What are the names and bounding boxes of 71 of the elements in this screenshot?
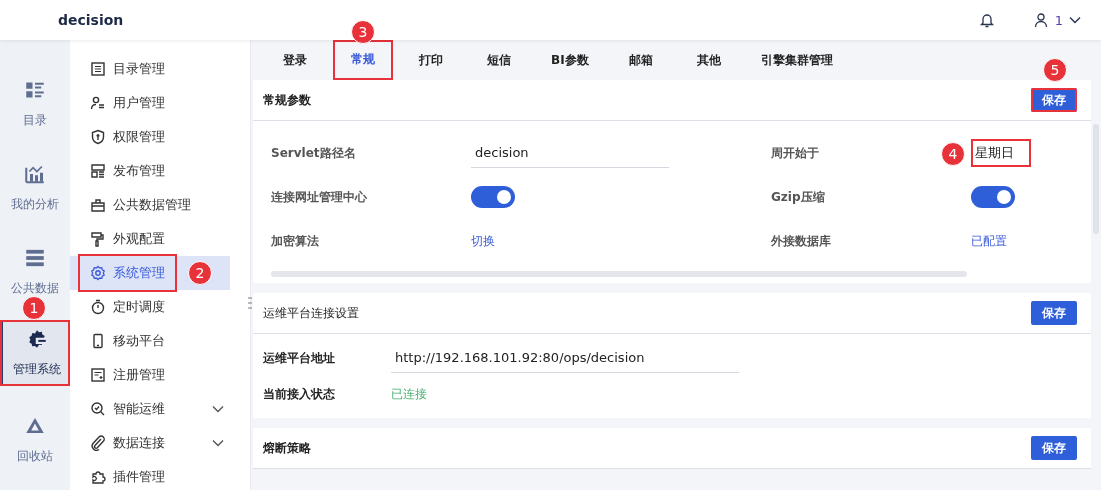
text-field[interactable]: decision [471,138,669,168]
user-name[interactable]: 1 [1054,12,1063,28]
save-button[interactable]: 保存 [1031,436,1077,460]
save-button[interactable]: 保存 [1031,88,1077,112]
person-icon [90,95,106,111]
step-number-badge: 4 [941,142,965,166]
menu-item[interactable]: 外观配置 [70,222,230,256]
chevron-down-icon[interactable] [1069,16,1081,24]
field-label: Servlet路径名 [271,144,356,162]
menu-item[interactable]: 注册管理 [70,358,230,392]
menu-item[interactable]: 公共数据管理 [70,188,230,222]
section-title: 熔断策略 [263,439,311,457]
menu-item[interactable]: 权限管理 [70,120,230,154]
form-icon [90,367,106,383]
tab[interactable]: 短信 [469,40,529,80]
puzzle-icon [90,469,106,485]
tab[interactable]: 打印 [401,40,461,80]
field-label: 外接数据库 [771,232,831,250]
tab[interactable]: BI参数 [537,40,603,80]
tab[interactable]: 邮箱 [610,40,671,80]
status-text: 已连接 [391,385,427,403]
drag-handle-icon[interactable] [248,296,252,310]
field-label: 运维平台地址 [263,349,335,367]
phone-icon [90,333,106,349]
gear-icon [26,328,47,349]
magnifier-icon [90,401,106,417]
stopwatch-icon [90,299,106,315]
menu-item[interactable]: 移动平台 [70,324,230,358]
paint-roller-icon [90,231,106,247]
paperclip-icon [90,435,106,451]
layout-icon [90,163,106,179]
text-field[interactable]: http://192.168.101.92:80/ops/decision [391,343,739,373]
tab[interactable]: 登录 [265,40,325,80]
menu-item[interactable]: 用户管理 [70,86,230,120]
bell-icon[interactable] [978,12,995,28]
save-button[interactable]: 保存 [1031,301,1077,325]
nav-rail-item[interactable]: 管理系统 [0,320,70,386]
field-label: 周开始于 [771,144,819,162]
nav-rail-item[interactable]: 目录 [0,62,70,146]
link[interactable]: 切换 [471,232,495,250]
toggle-switch[interactable] [471,186,515,208]
menu-item[interactable]: 定时调度 [70,290,230,324]
horizontal-scrollbar[interactable] [271,271,967,277]
nav-rail-item[interactable]: 回收站 [0,398,70,482]
toggle-switch[interactable] [971,186,1015,208]
nav-rail-item[interactable]: 我的分析 [0,146,70,230]
step-number-badge: 5 [1043,58,1067,82]
shield-icon [90,129,106,145]
field-label: Gzip压缩 [771,188,825,206]
section-title: 常规参数 [263,91,311,109]
database-icon [25,247,45,268]
bar-chart-icon [25,163,45,184]
tab[interactable]: 其他 [678,40,739,80]
menu-item[interactable]: 目录管理 [70,52,230,86]
tab[interactable]: 引擎集群管理 [746,40,847,80]
list-icon [90,61,106,77]
section-title: 运维平台连接设置 [263,304,359,322]
field-label: 当前接入状态 [263,385,335,403]
menu-item[interactable]: 发布管理 [70,154,230,188]
field-label: 连接网址管理中心 [271,188,367,206]
text-field[interactable]: 星期日 [971,139,1031,167]
field-label: 加密算法 [271,232,319,250]
user-icon[interactable] [1032,12,1049,28]
gear-icon [90,265,106,281]
app-title: decision [58,12,125,28]
menu-item[interactable]: 数据连接 [70,426,230,460]
menu-item[interactable]: 智能运维 [70,392,230,426]
briefcase-icon [90,197,106,213]
step-number-badge: 1 [22,296,46,320]
link[interactable]: 已配置 [971,232,1007,250]
menu-item[interactable]: 插件管理 [70,460,230,490]
